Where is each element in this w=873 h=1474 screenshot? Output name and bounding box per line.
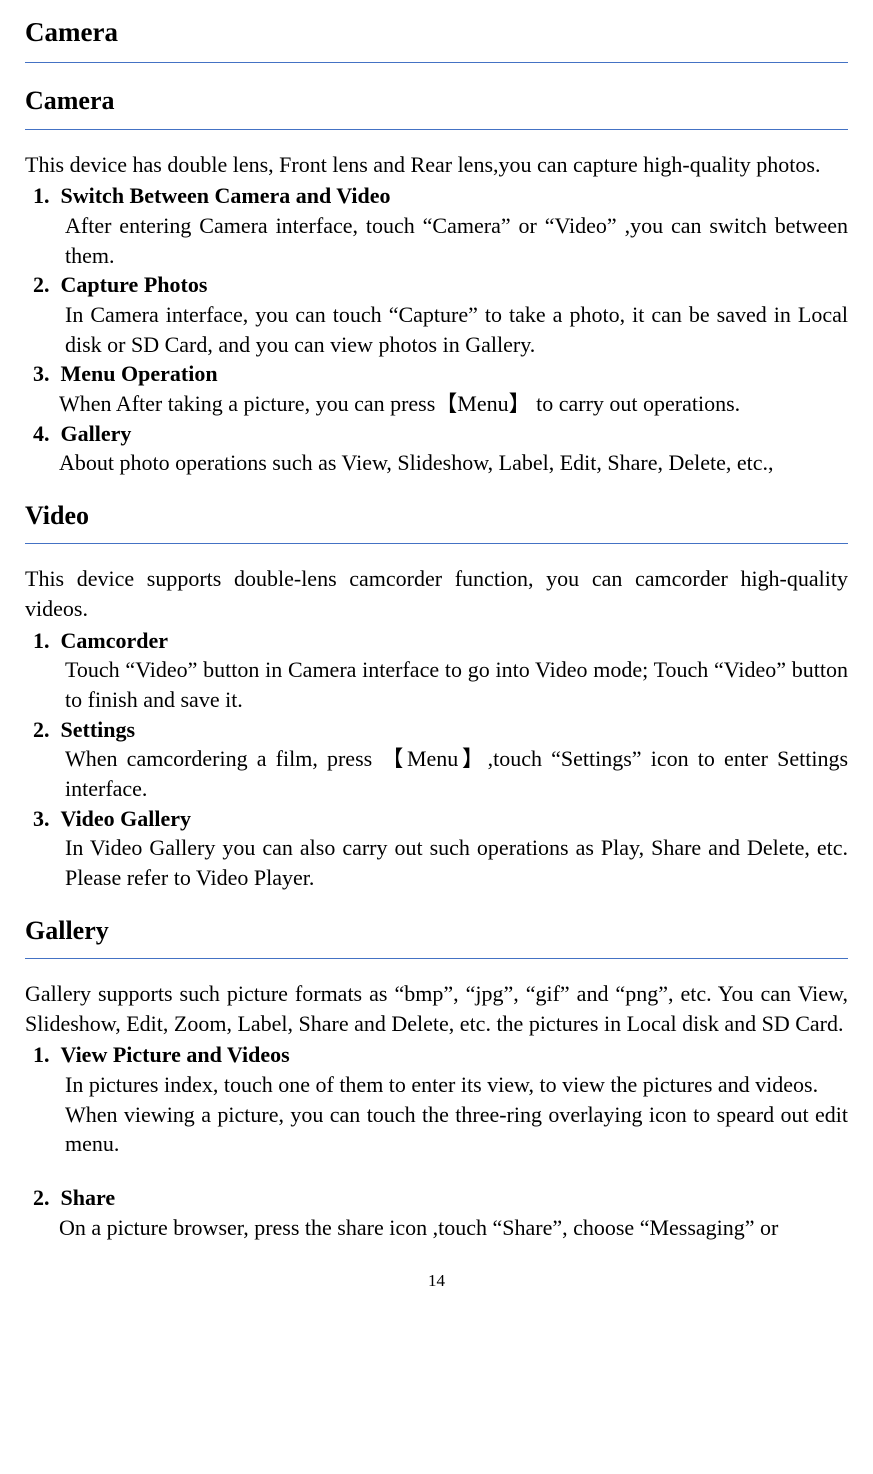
list-item: 2. Capture Photos In Camera interface, y…: [25, 270, 848, 359]
list-item: 1. View Picture and Videos In pictures i…: [25, 1040, 848, 1159]
item-body: In Camera interface, you can touch “Capt…: [25, 300, 848, 359]
item-number: 3.: [33, 359, 55, 389]
video-list: 1. Camcorder Touch “Video” button in Cam…: [25, 626, 848, 893]
gallery-divider: [25, 958, 848, 959]
camera-section: Camera This device has double lens, Fron…: [25, 83, 848, 478]
list-item: 2. Settings When camcordering a film, pr…: [25, 715, 848, 804]
list-item: 4. Gallery About photo operations such a…: [25, 419, 848, 478]
camera-heading: Camera: [25, 83, 848, 118]
item-title: Camcorder: [61, 628, 169, 653]
camera-list: 1. Switch Between Camera and Video After…: [25, 181, 848, 478]
video-divider: [25, 543, 848, 544]
video-section: Video This device supports double-lens c…: [25, 498, 848, 893]
gallery-heading: Gallery: [25, 913, 848, 948]
item-title: Share: [61, 1185, 116, 1210]
item-body: When After taking a picture, you can pre…: [25, 389, 848, 419]
item-body: After entering Camera interface, touch “…: [25, 211, 848, 270]
item-number: 3.: [33, 804, 55, 834]
item-title: Settings: [61, 717, 136, 742]
item-number: 2.: [33, 270, 55, 300]
camera-divider: [25, 129, 848, 130]
item-title: Gallery: [61, 421, 132, 446]
item-number: 1.: [33, 181, 55, 211]
video-heading: Video: [25, 498, 848, 533]
item-title: Video Gallery: [61, 806, 192, 831]
list-item: 1. Camcorder Touch “Video” button in Cam…: [25, 626, 848, 715]
item-body: When viewing a picture, you can touch th…: [25, 1100, 848, 1159]
camera-intro: This device has double lens, Front lens …: [25, 150, 848, 180]
title-divider: [25, 62, 848, 63]
item-body: On a picture browser, press the share ic…: [25, 1213, 848, 1243]
item-number: 1.: [33, 626, 55, 656]
list-item: 3. Video Gallery In Video Gallery you ca…: [25, 804, 848, 893]
list-item: 1. Switch Between Camera and Video After…: [25, 181, 848, 270]
page-title: Camera: [25, 14, 848, 50]
item-body: About photo operations such as View, Sli…: [25, 448, 848, 478]
gallery-intro: Gallery supports such picture formats as…: [25, 979, 848, 1038]
video-intro: This device supports double-lens camcord…: [25, 564, 848, 623]
item-body: When camcordering a film, press 【Menu】,t…: [25, 744, 848, 803]
item-number: 2.: [33, 1183, 55, 1213]
list-item: 2. Share On a picture browser, press the…: [25, 1183, 848, 1242]
item-title: Capture Photos: [61, 272, 208, 297]
gallery-section: Gallery Gallery supports such picture fo…: [25, 913, 848, 1243]
gallery-list: 1. View Picture and Videos In pictures i…: [25, 1040, 848, 1242]
item-title: Menu Operation: [61, 361, 218, 386]
item-title: View Picture and Videos: [61, 1042, 290, 1067]
page-number: 14: [25, 1270, 848, 1293]
item-number: 1.: [33, 1040, 55, 1070]
item-body: Touch “Video” button in Camera interface…: [25, 655, 848, 714]
list-item: 3. Menu Operation When After taking a pi…: [25, 359, 848, 418]
item-number: 2.: [33, 715, 55, 745]
item-number: 4.: [33, 419, 55, 449]
item-body: In Video Gallery you can also carry out …: [25, 833, 848, 892]
item-title: Switch Between Camera and Video: [61, 183, 391, 208]
item-body: In pictures index, touch one of them to …: [25, 1070, 848, 1100]
